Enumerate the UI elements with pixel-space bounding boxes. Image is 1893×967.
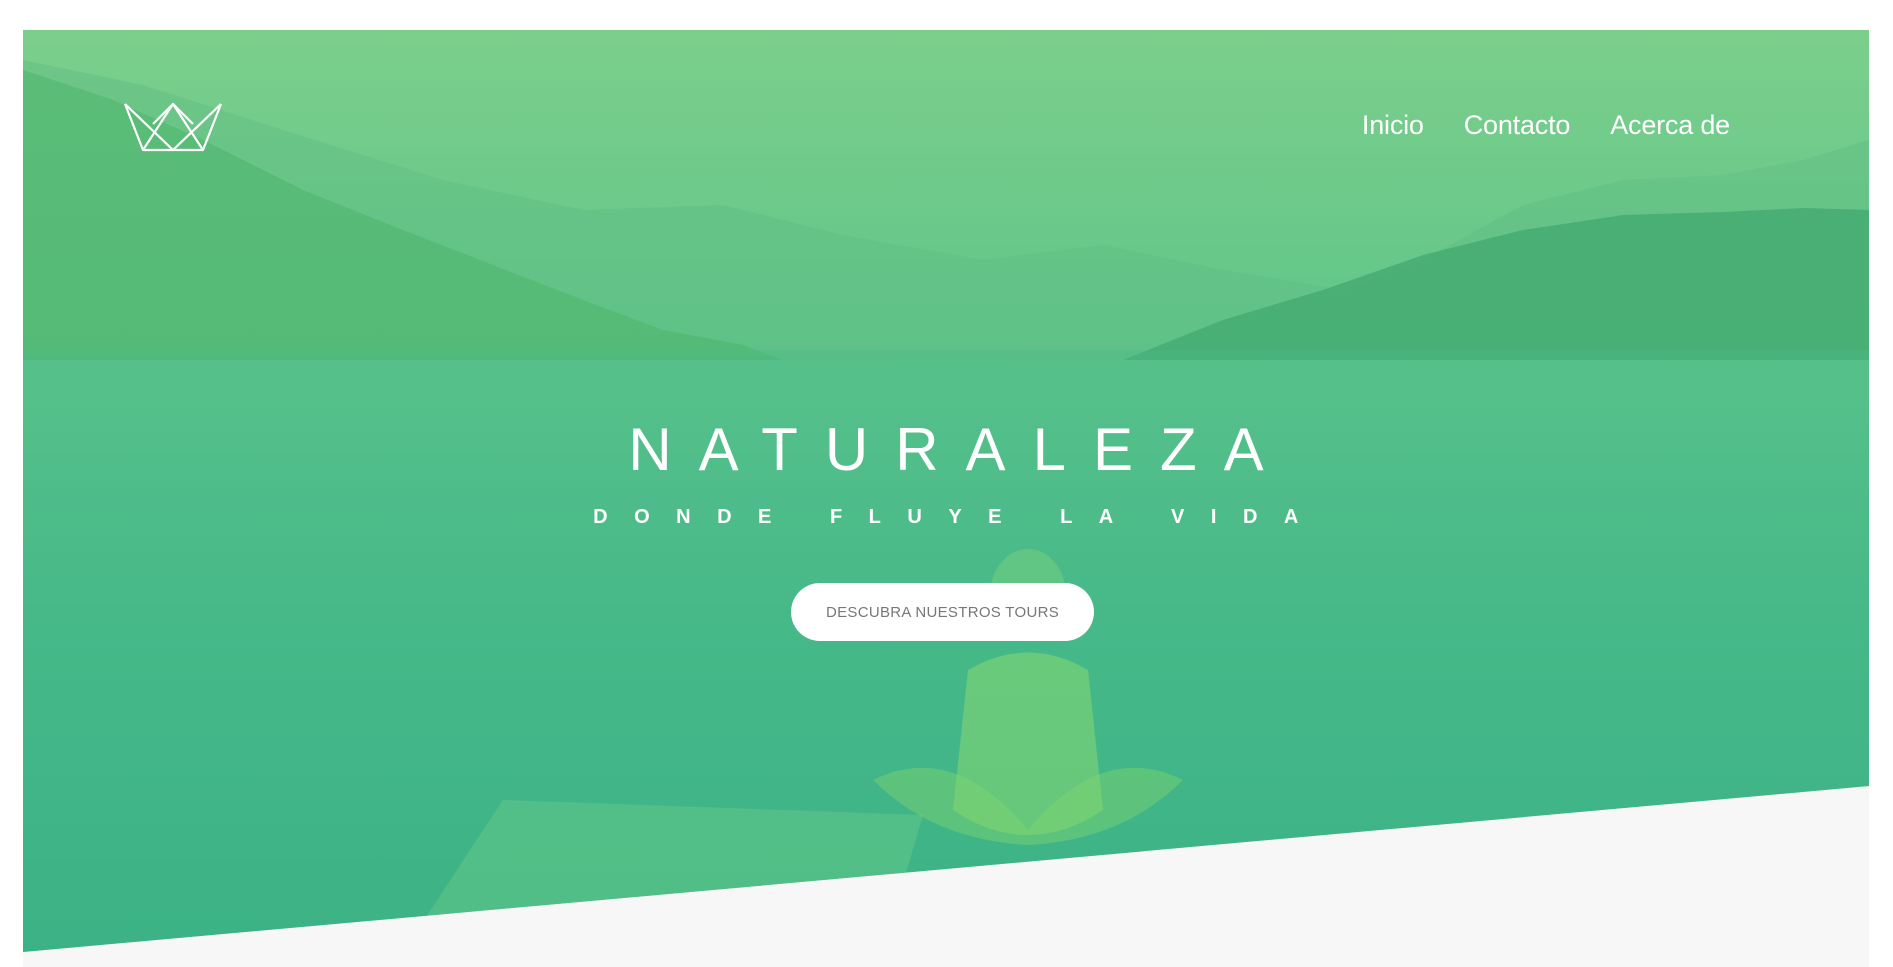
- hero-background-image: [23, 60, 1869, 952]
- hero-subtitle: DONDE FLUYE LA VIDA: [593, 506, 1325, 528]
- crown-icon[interactable]: [123, 100, 223, 154]
- nav-item-acerca-de[interactable]: Acerca de: [1610, 110, 1730, 141]
- hero-section: Inicio Contacto Acerca de NATURALEZA DON…: [23, 30, 1869, 952]
- hero-title: NATURALEZA: [628, 416, 1291, 483]
- main-nav: Inicio Contacto Acerca de: [1362, 110, 1730, 141]
- nav-item-inicio[interactable]: Inicio: [1362, 110, 1424, 141]
- discover-tours-button[interactable]: DESCUBRA NUESTROS TOURS: [791, 583, 1094, 641]
- page: Inicio Contacto Acerca de NATURALEZA DON…: [23, 30, 1869, 967]
- nav-item-contacto[interactable]: Contacto: [1464, 110, 1571, 141]
